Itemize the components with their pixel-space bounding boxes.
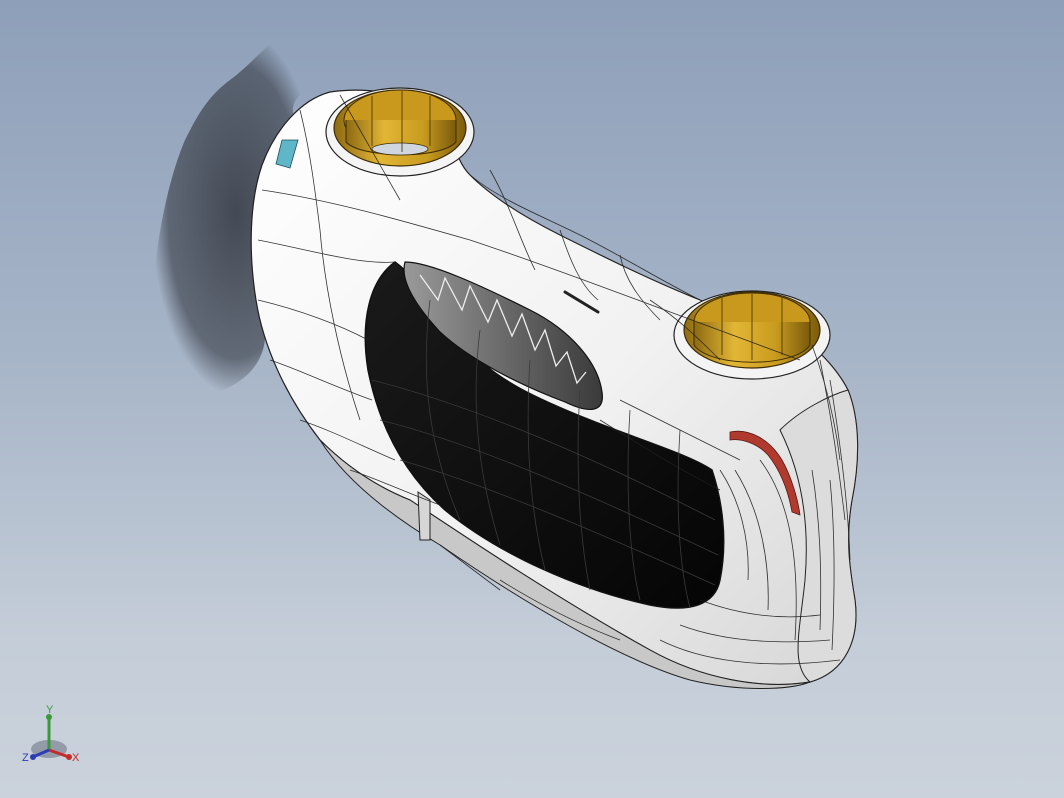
graphics-viewport[interactable]: Y Z X: [0, 0, 1064, 798]
triad-x-label: X: [72, 752, 80, 764]
stem-model[interactable]: [250, 87, 859, 689]
triad-z-tip-icon: [30, 754, 36, 760]
bushing-lower[interactable]: [673, 290, 831, 380]
bushing-upper[interactable]: [325, 87, 475, 177]
view-orientation-triad[interactable]: Y Z X: [22, 704, 80, 764]
triad-z-label: Z: [22, 752, 29, 764]
model-canvas[interactable]: Y Z X: [0, 0, 1064, 798]
triad-y-label: Y: [46, 704, 54, 716]
